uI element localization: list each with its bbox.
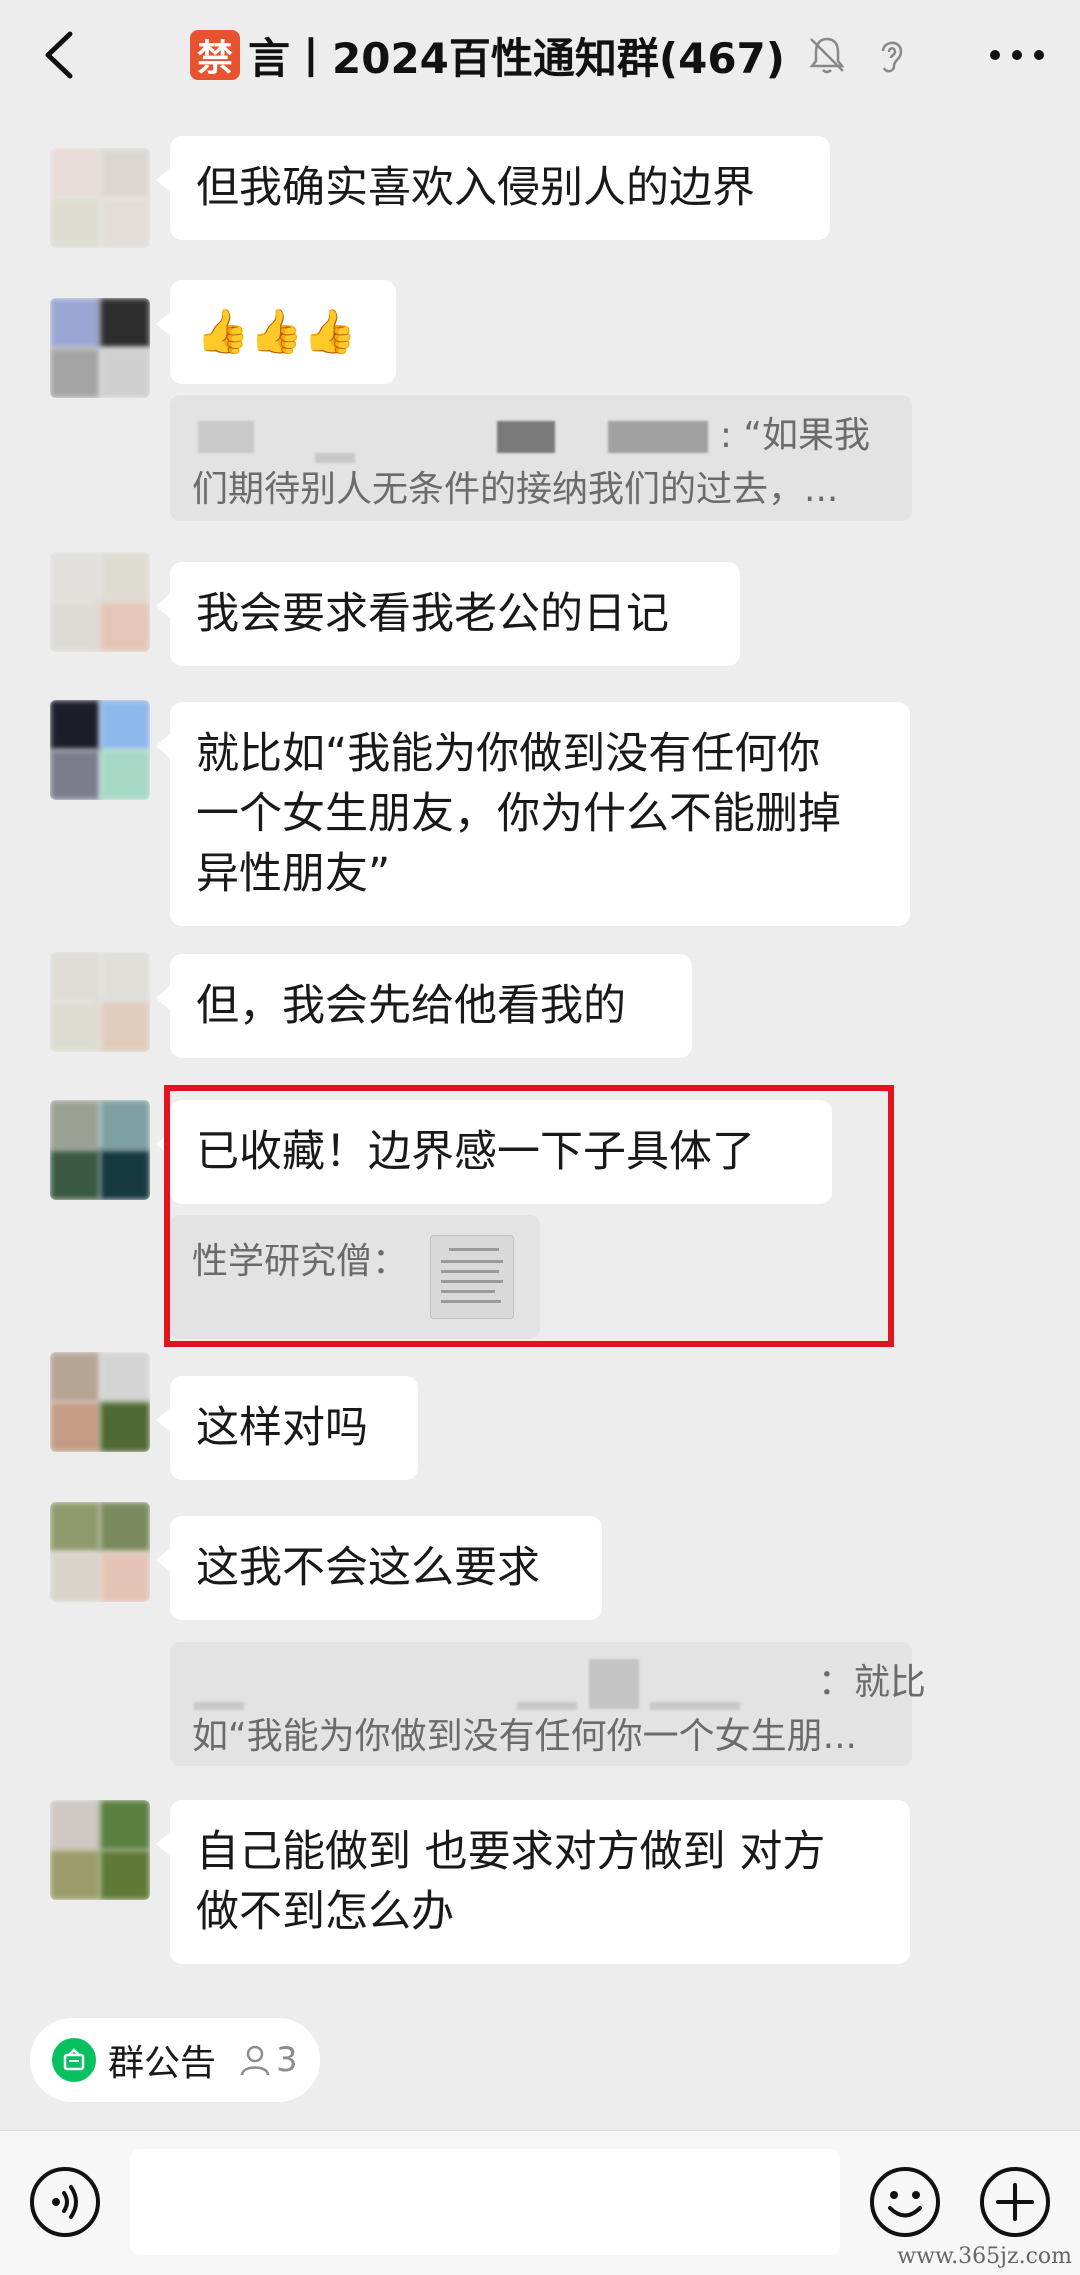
- announcement-count: 3: [238, 2040, 298, 2080]
- announcement-label: 群公告: [108, 2043, 217, 2084]
- mute-bell-icon: [809, 37, 845, 74]
- quote-line-1: : “如果我: [192, 409, 890, 463]
- highlight-frame: [164, 1085, 894, 1347]
- message-bubble[interactable]: 👍👍👍: [156, 280, 396, 384]
- message-text: 这样对吗: [196, 1403, 368, 1453]
- quoted-message[interactable]: ：就比 如“我能为你做到没有任何你一个女生朋...: [170, 1642, 926, 1766]
- message-bubble[interactable]: 这样对吗: [156, 1376, 418, 1480]
- voice-icon[interactable]: [28, 2165, 102, 2239]
- ban-badge: 禁: [190, 30, 240, 80]
- avatar[interactable]: [50, 552, 150, 652]
- announcement-icon: [52, 2038, 96, 2082]
- avatar[interactable]: [50, 1800, 150, 1900]
- plus-icon[interactable]: [978, 2165, 1052, 2239]
- chat-header: 禁 言丨2024百性通知群(467): [0, 0, 1080, 110]
- message-text: 但我确实喜欢入侵别人的边界: [196, 163, 755, 213]
- message-bubble[interactable]: 自己能做到 也要求对方做到 对方 做不到怎么办: [156, 1800, 910, 1964]
- message-text: 这我不会这么要求: [196, 1543, 540, 1593]
- ear-icon: [881, 41, 903, 73]
- avatar[interactable]: [50, 148, 150, 248]
- avatar[interactable]: [50, 1100, 150, 1200]
- quoted-message[interactable]: : “如果我 们期待别人无条件的接纳我们的过去，...: [170, 395, 912, 521]
- avatar[interactable]: [50, 1352, 150, 1452]
- quote-line-2: 如“我能为你做到没有任何你一个女生朋...: [192, 1716, 857, 1757]
- more-button[interactable]: [982, 30, 1052, 80]
- message-bubble[interactable]: 这我不会这么要求: [156, 1516, 602, 1620]
- quote-line-2: 们期待别人无条件的接纳我们的过去，...: [192, 469, 839, 510]
- quote-text: ：就比: [817, 1662, 926, 1703]
- chat-title-text: 言丨2024百性通知群(467): [248, 33, 785, 83]
- announcement-count-value: 3: [276, 2040, 298, 2080]
- message-line: 一个女生朋友，你为什么不能删掉: [196, 789, 841, 839]
- message-line: 异性朋友”: [196, 849, 391, 899]
- avatar[interactable]: [50, 298, 150, 398]
- chat-title: 禁 言丨2024百性通知群(467): [190, 22, 913, 88]
- person-icon: [240, 2045, 270, 2076]
- avatar[interactable]: [50, 1502, 150, 1602]
- message-bubble[interactable]: 就比如“我能为你做到没有任何你 一个女生朋友，你为什么不能删掉 异性朋友”: [156, 702, 910, 926]
- back-button[interactable]: [30, 25, 90, 85]
- message-bubble[interactable]: 但我确实喜欢入侵别人的边界: [156, 136, 830, 240]
- emoji-icon[interactable]: [868, 2165, 942, 2239]
- avatar[interactable]: [50, 952, 150, 1052]
- message-input[interactable]: [130, 2149, 840, 2255]
- avatar[interactable]: [50, 700, 150, 800]
- more-icon: [990, 50, 1044, 60]
- message-line: 就比如“我能为你做到没有任何你: [196, 729, 821, 779]
- back-icon: [45, 31, 73, 79]
- message-line: 做不到怎么办: [196, 1887, 454, 1937]
- message-text: 👍👍👍: [196, 307, 357, 357]
- message-line: 自己能做到 也要求对方做到 对方: [196, 1827, 826, 1877]
- message-bubble[interactable]: 但，我会先给他看我的: [156, 954, 692, 1058]
- message-bubble[interactable]: 我会要求看我老公的日记: [156, 562, 740, 666]
- quote-text: : “如果我: [719, 415, 871, 456]
- quote-line-1: ：就比: [192, 1656, 926, 1710]
- message-text: 但，我会先给他看我的: [196, 981, 626, 1031]
- group-announcement-button[interactable]: 群公告 3: [30, 2018, 320, 2102]
- message-text: 我会要求看我老公的日记: [196, 589, 669, 639]
- watermark: www.365jz.com: [897, 2244, 1072, 2269]
